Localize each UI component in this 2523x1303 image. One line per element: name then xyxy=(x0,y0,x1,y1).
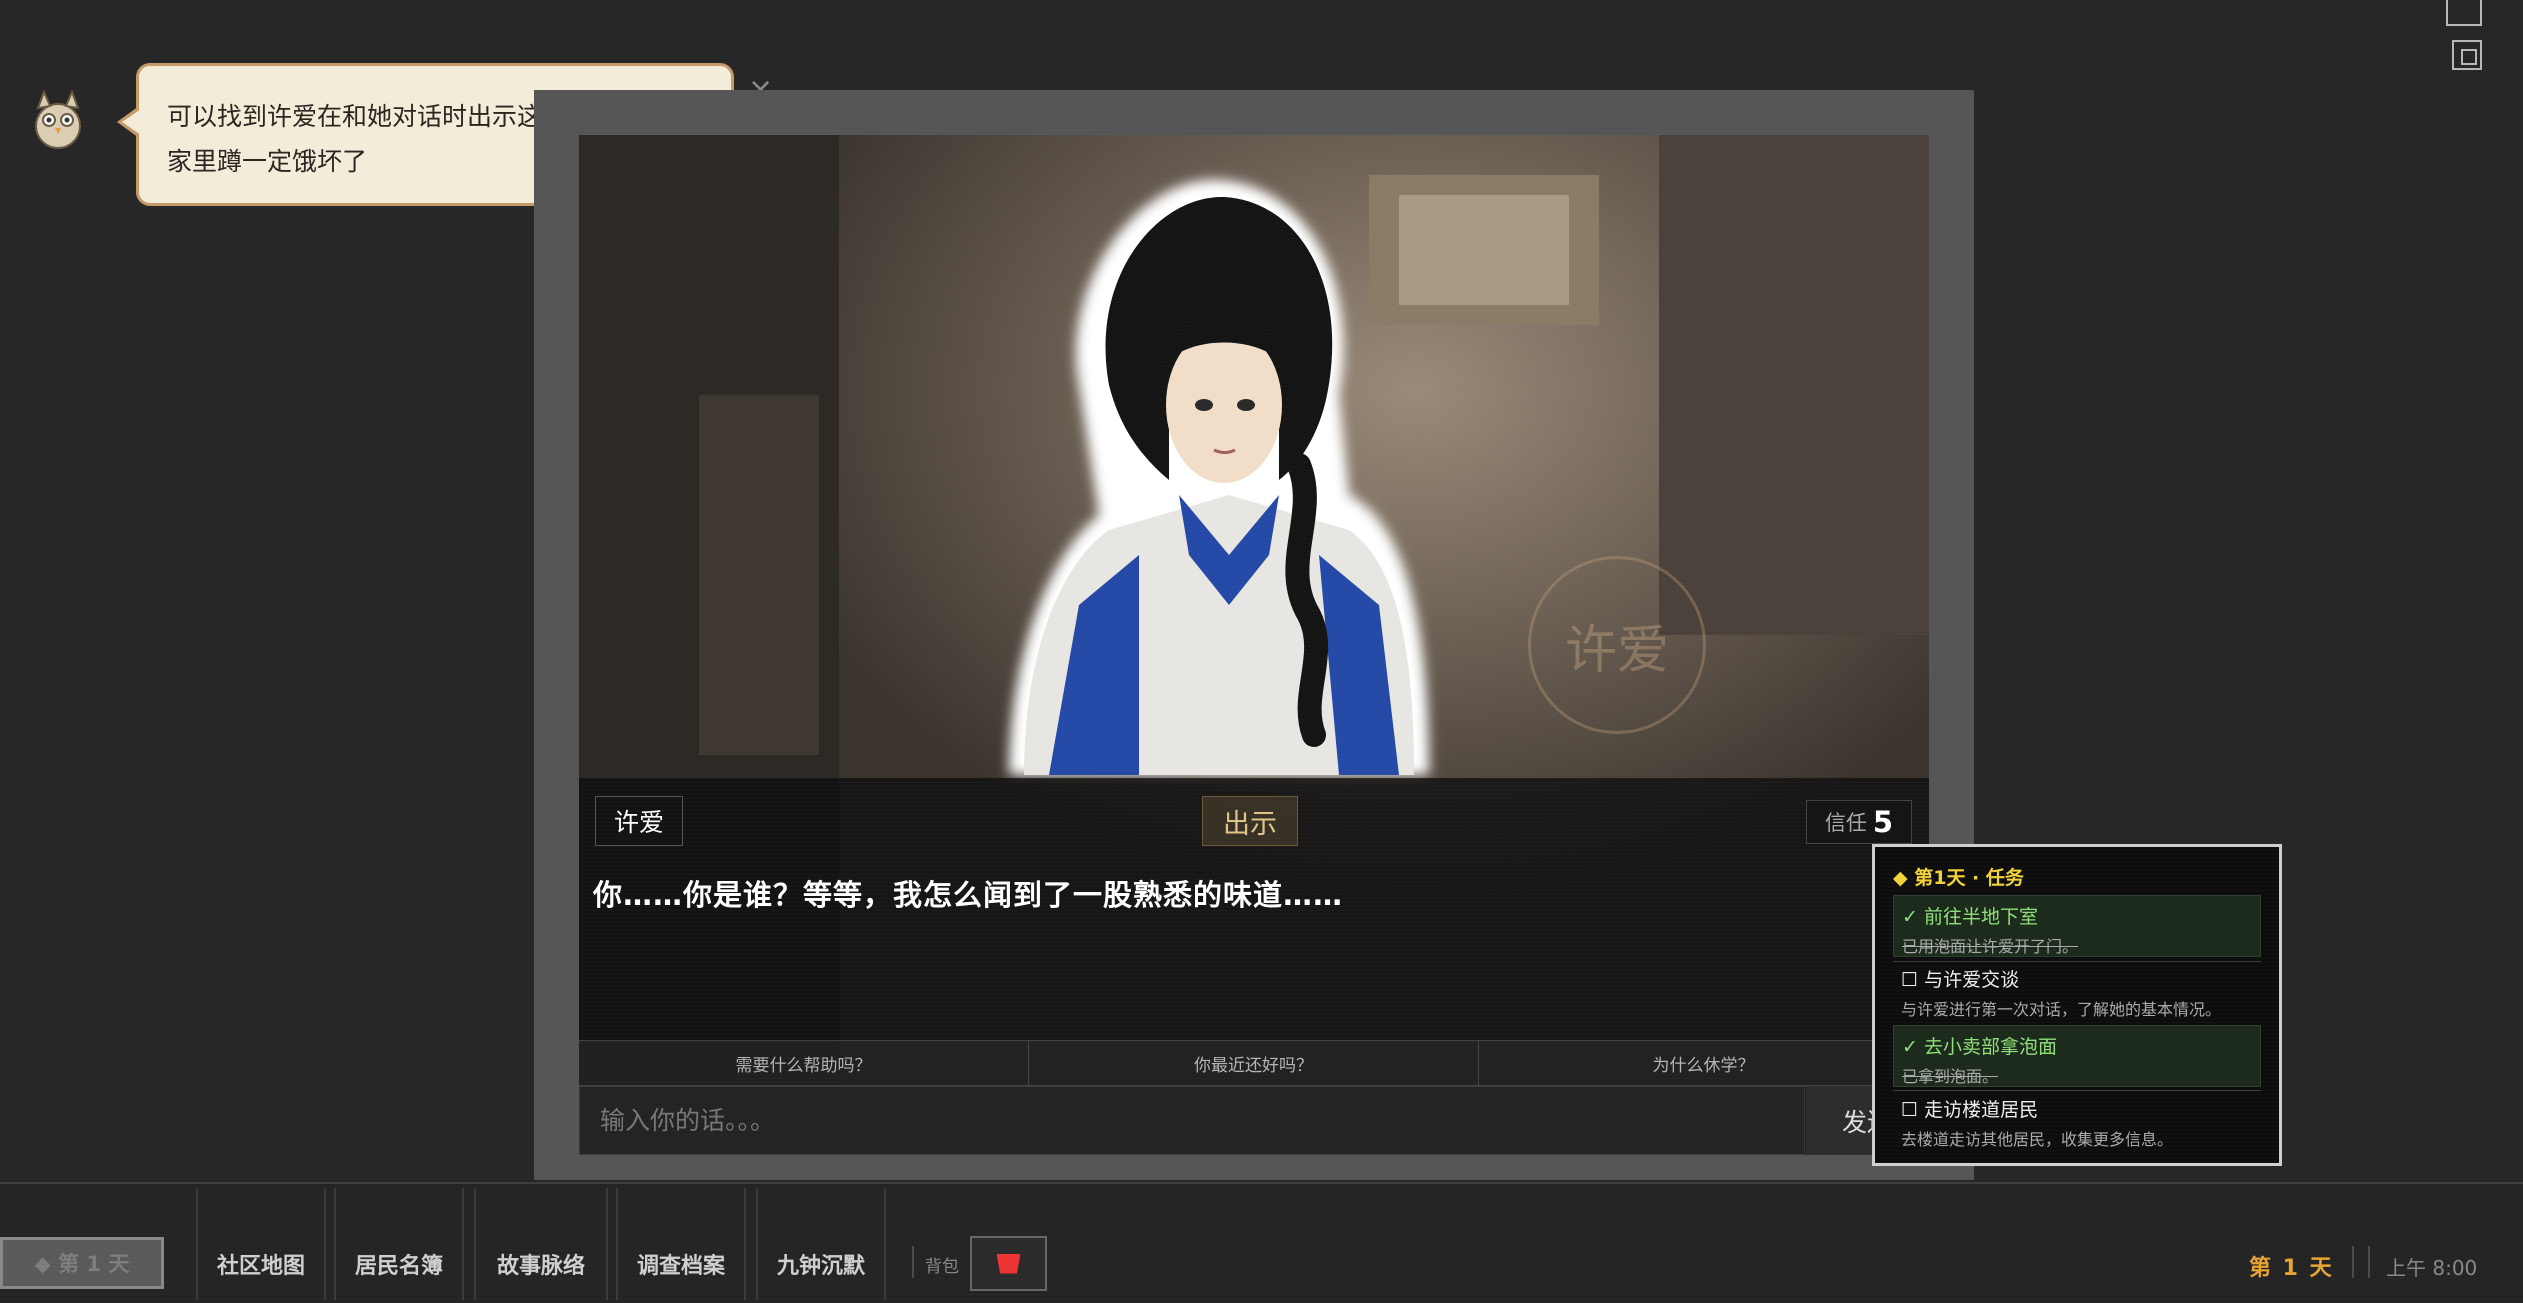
trust-value: 5 xyxy=(1872,805,1894,839)
quest-item-desc: 与许爱进行第一次对话，了解她的基本情况。 xyxy=(1901,1000,2222,1019)
quest-item: ☐ 走访楼道居民 去楼道走访其他居民，收集更多信息。 xyxy=(1893,1089,2261,1151)
fullscreen-icon[interactable] xyxy=(2452,40,2482,70)
quest-item-name: ✓ 前往半地下室 xyxy=(1902,906,2038,928)
day-button[interactable]: ◆ 第 1 天 xyxy=(0,1237,164,1289)
quest-item-name: ☐ 与许爱交谈 xyxy=(1901,969,2020,991)
bag-slot-noodles[interactable] xyxy=(970,1236,1047,1291)
day-counter: 第 1 天 xyxy=(2249,1256,2334,1281)
quest-item: ✓ 前往半地下室 已用泡面让许爱开了门。 xyxy=(1893,895,2261,957)
trust-label: 信任 xyxy=(1824,811,1867,835)
quest-item: ✓ 去小卖部拿泡面 已拿到泡面。 xyxy=(1893,1025,2261,1087)
quest-item-name: ✓ 去小卖部拿泡面 xyxy=(1902,1036,2057,1058)
close-icon[interactable] xyxy=(2446,0,2482,26)
dialogue-line: 你……你是谁？等等，我怎么闻到了一股熟悉的味道…… xyxy=(593,878,1344,912)
suggestion-howareyou[interactable]: 你最近还好吗？ xyxy=(1029,1041,1479,1085)
quest-title: ◆ 第1天 · 任务 xyxy=(1893,867,2024,889)
quest-item-desc: 已用泡面让许爱开了门。 xyxy=(1902,937,2079,956)
quest-item-name: ☐ 走访楼道居民 xyxy=(1901,1099,2039,1121)
game-clock: 上午 8:00 xyxy=(2386,1256,2478,1280)
nav-community-map[interactable]: 社区地图 xyxy=(196,1188,326,1300)
nav-resident-roster[interactable]: 居民名簿 xyxy=(334,1188,464,1300)
nav-investigation-files[interactable]: 调查档案 xyxy=(616,1188,746,1300)
owl-mascot-icon xyxy=(28,88,88,152)
speaker-name: 许爱 xyxy=(595,796,684,846)
suggestion-why-dropout[interactable]: 为什么休学？ xyxy=(1479,1041,1929,1085)
quest-item: ☐ 与许爱交谈 与许爱进行第一次对话，了解她的基本情况。 xyxy=(1893,959,2261,1021)
suggestion-help[interactable]: 需要什么帮助吗？ xyxy=(579,1041,1029,1085)
quest-item-desc: 已拿到泡面。 xyxy=(1902,1067,1999,1086)
quest-panel: ◆ 第1天 · 任务 ✓ 前往半地下室 已用泡面让许爱开了门。 ☐ 与许爱交谈 … xyxy=(1872,844,2282,1166)
quest-item-desc: 去楼道走访其他居民，收集更多信息。 xyxy=(1901,1130,2174,1149)
bag-label: 背包 xyxy=(925,1257,959,1277)
nav-story-timeline[interactable]: 故事脉络 xyxy=(474,1188,608,1300)
nav-nine-bells-silence[interactable]: 九钟沉默 xyxy=(756,1188,886,1300)
instant-noodle-icon xyxy=(996,1253,1021,1274)
character-seal: 许爱 xyxy=(1528,556,1706,734)
suggestion-bar: 需要什么帮助吗？ 你最近还好吗？ 为什么休学？ xyxy=(579,1040,1929,1086)
chat-input[interactable] xyxy=(579,1086,1805,1155)
show-item-button[interactable]: 出示 xyxy=(1202,796,1298,846)
trust-meter: 信任 5 xyxy=(1806,800,1912,844)
